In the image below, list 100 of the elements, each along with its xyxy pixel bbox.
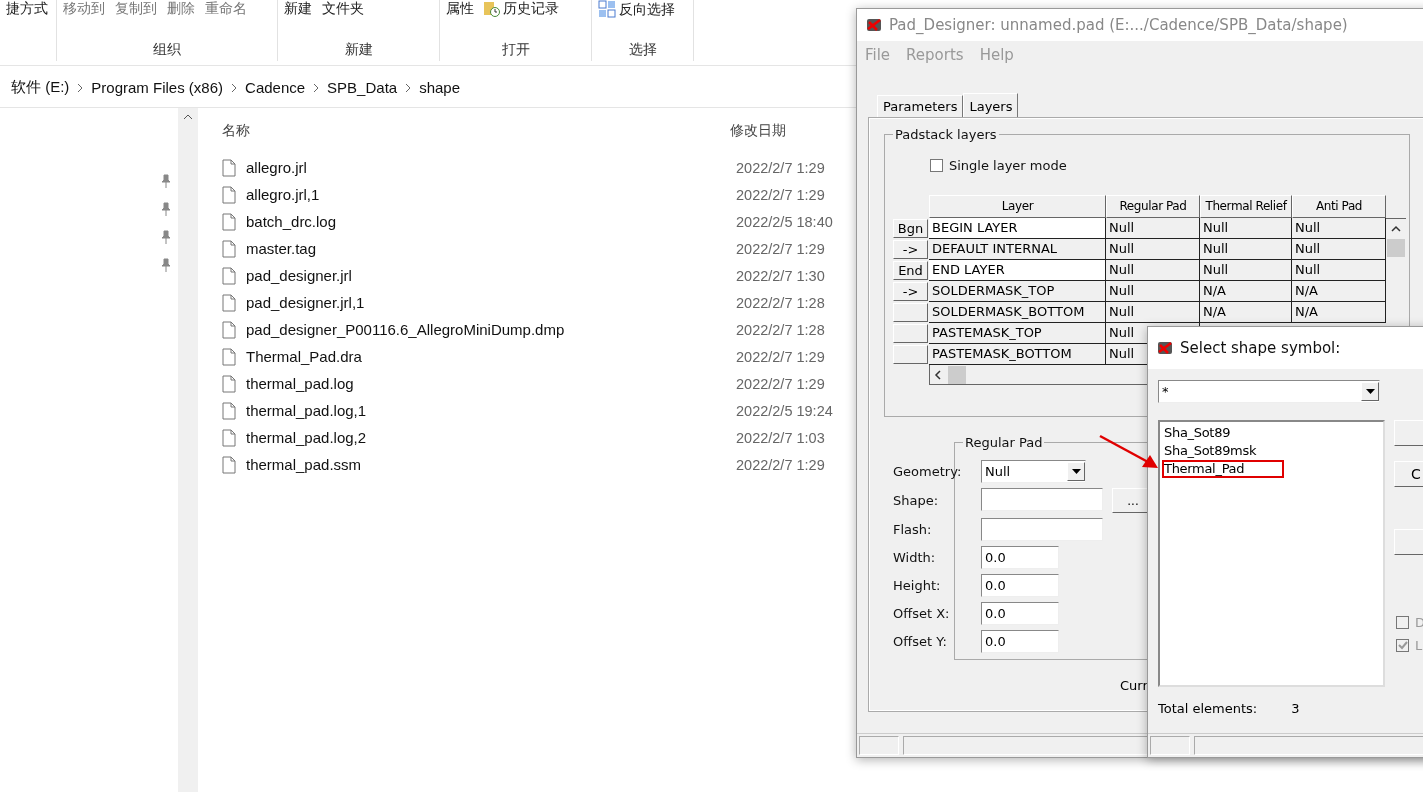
file-name[interactable]: allegro.jrl,1 xyxy=(246,186,736,203)
tab[interactable]: Layers xyxy=(963,93,1019,119)
chevron-icon xyxy=(231,82,238,93)
file-name[interactable]: Thermal_Pad.dra xyxy=(246,348,736,365)
file-icon xyxy=(222,347,236,366)
ribbon-item[interactable]: 删除 xyxy=(167,0,195,17)
layer-button[interactable]: Bgn xyxy=(893,219,928,238)
file-name[interactable]: pad_designer.jrl,1 xyxy=(246,294,736,311)
scroll-thumb[interactable] xyxy=(948,365,966,384)
file-name[interactable]: batch_drc.log xyxy=(246,213,736,230)
ribbon-item[interactable]: 历史记录 xyxy=(484,0,559,17)
input-field[interactable]: 0.0 xyxy=(981,630,1059,653)
scroll-up-icon[interactable] xyxy=(183,114,193,120)
column-header[interactable]: Regular Pad xyxy=(1106,195,1200,218)
file-icon xyxy=(222,293,236,312)
file-name[interactable]: master.tag xyxy=(246,240,736,257)
table-cell: N/A xyxy=(1292,281,1386,302)
ribbon-item[interactable]: 属性 xyxy=(446,0,474,17)
file-name[interactable]: pad_designer_P00116.6_AllegroMiniDump.dmp xyxy=(246,321,736,338)
column-header[interactable]: 修改日期 xyxy=(730,122,830,140)
filter-dropdown[interactable]: * xyxy=(1158,380,1380,403)
layer-button[interactable] xyxy=(893,303,928,322)
input-field[interactable] xyxy=(981,488,1103,511)
ribbon-group-label: 组织 xyxy=(152,41,182,59)
scroll-thumb[interactable] xyxy=(1387,239,1405,257)
input-field[interactable]: 0.0 xyxy=(981,602,1059,625)
checkbox-label: Single layer mode xyxy=(949,158,1067,173)
file-name[interactable]: pad_designer.jrl xyxy=(246,267,736,284)
file-name[interactable]: thermal_pad.log,1 xyxy=(246,402,736,419)
table-cell: N/A xyxy=(1200,302,1292,323)
ribbon-item[interactable]: 移动到 xyxy=(63,0,105,17)
ribbon-item[interactable]: 文件夹 xyxy=(322,0,364,17)
scroll-up-icon[interactable] xyxy=(1391,225,1401,233)
list-item[interactable]: Sha_Sot89msk xyxy=(1162,442,1259,460)
total-label: Total elements: xyxy=(1158,701,1258,716)
caret-icon xyxy=(1365,389,1375,394)
table-cell: N/A xyxy=(1200,281,1292,302)
layer-button[interactable]: -> xyxy=(893,240,928,259)
column-header[interactable]: Thermal Relief xyxy=(1200,195,1292,218)
breadcrumb-item[interactable]: Program Files (x86) xyxy=(91,79,224,96)
breadcrumb-item[interactable]: SPB_Data xyxy=(327,79,398,96)
ribbon-item[interactable]: 重命名 xyxy=(205,0,247,17)
layer-button[interactable] xyxy=(893,324,928,343)
checkbox[interactable] xyxy=(1396,616,1409,629)
checkbox[interactable] xyxy=(930,159,943,172)
pin-icon[interactable] xyxy=(160,258,172,272)
pin-icon[interactable] xyxy=(160,174,172,188)
breadcrumb-item[interactable]: 软件 (E:) xyxy=(11,78,70,97)
file-name[interactable]: thermal_pad.log xyxy=(246,375,736,392)
chevron-icon xyxy=(405,82,412,93)
layer-button[interactable]: End xyxy=(893,261,928,280)
ribbon-item[interactable]: 反向选择 xyxy=(598,0,675,18)
table-cell: SOLDERMASK_BOTTOM xyxy=(929,302,1106,323)
input-field[interactable] xyxy=(981,518,1103,541)
ribbon-item[interactable]: 新建 xyxy=(284,0,312,17)
chevron-icon xyxy=(313,82,320,93)
ribbon-item[interactable]: 捷方式 xyxy=(6,0,48,17)
table-cell: SOLDERMASK_TOP xyxy=(929,281,1106,302)
tab[interactable]: Parameters xyxy=(877,95,964,118)
file-date: 2022/2/7 1:28 xyxy=(736,294,826,311)
list-item[interactable]: Sha_Sot89 xyxy=(1162,424,1233,442)
file-icon xyxy=(222,374,236,393)
group-title: Padstack layers xyxy=(894,127,998,142)
file-name[interactable]: allegro.jrl xyxy=(246,159,736,176)
column-header[interactable]: 名称 xyxy=(222,122,730,140)
annotation-arrow xyxy=(1098,434,1160,470)
column-header[interactable]: Anti Pad xyxy=(1292,195,1386,218)
field-label: Curr xyxy=(1120,678,1149,693)
dropdown[interactable]: Null xyxy=(981,460,1086,483)
input-field[interactable]: 0.0 xyxy=(981,546,1059,569)
scroll-left-icon[interactable] xyxy=(934,369,942,380)
column-header[interactable]: Layer xyxy=(929,195,1106,218)
pin-icon[interactable] xyxy=(160,202,172,216)
dialog-button[interactable] xyxy=(1394,529,1423,555)
table-cell: Null xyxy=(1292,260,1386,281)
file-icon xyxy=(222,320,236,339)
table-cell: PASTEMASK_TOP xyxy=(929,323,1106,344)
list-item[interactable]: Thermal_Pad xyxy=(1162,460,1284,478)
table-cell: Null xyxy=(1200,239,1292,260)
file-icon xyxy=(222,401,236,420)
dialog-button[interactable] xyxy=(1394,420,1423,446)
app-icon xyxy=(865,17,883,33)
ribbon-item[interactable]: 复制到 xyxy=(115,0,157,17)
checkbox[interactable] xyxy=(1396,639,1409,652)
layer-button[interactable]: -> xyxy=(893,282,928,301)
layer-button[interactable] xyxy=(893,345,928,364)
total-count: 3 xyxy=(1291,701,1300,716)
file-icon xyxy=(222,428,236,447)
file-date: 2022/2/7 1:03 xyxy=(736,429,826,446)
file-name[interactable]: thermal_pad.ssm xyxy=(246,456,736,473)
field-label: Shape: xyxy=(893,493,940,508)
pin-icon[interactable] xyxy=(160,230,172,244)
file-name[interactable]: thermal_pad.log,2 xyxy=(246,429,736,446)
chevron-icon xyxy=(77,82,84,93)
breadcrumb-item[interactable]: shape xyxy=(419,79,460,96)
table-cell: Null xyxy=(1106,281,1200,302)
field-label: Offset X: xyxy=(893,606,951,621)
input-field[interactable]: 0.0 xyxy=(981,574,1059,597)
breadcrumb-item[interactable]: Cadence xyxy=(245,79,306,96)
dialog-button[interactable]: C xyxy=(1394,461,1423,487)
